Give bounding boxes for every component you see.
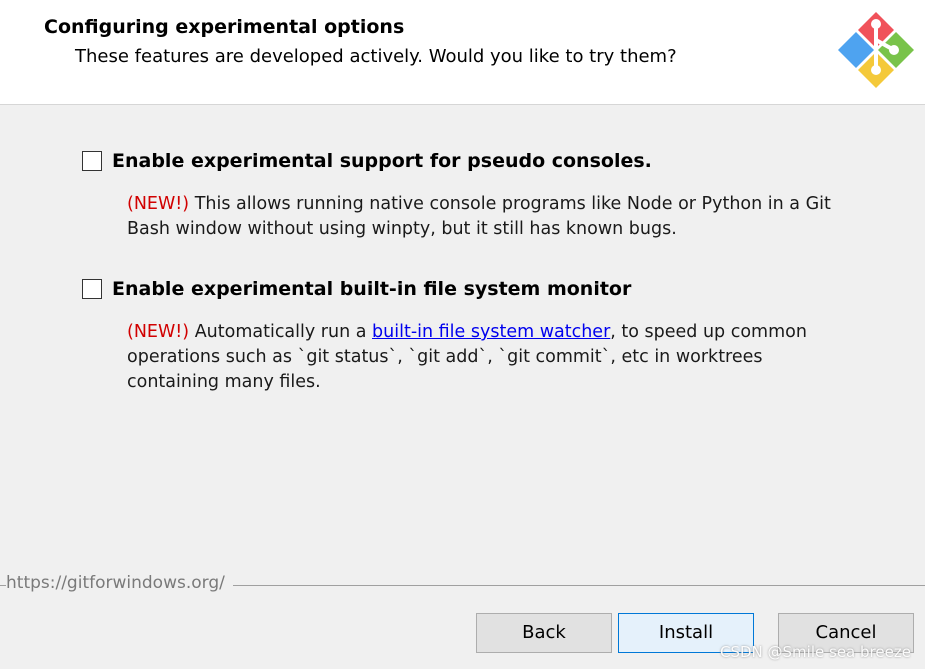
wizard-header: Configuring experimental options These f… bbox=[0, 0, 925, 105]
footer-url-label: https://gitforwindows.org/ bbox=[6, 573, 233, 593]
new-tag: (NEW!) bbox=[127, 322, 190, 342]
option-row[interactable]: Enable experimental built-in file system… bbox=[82, 278, 631, 300]
fs-monitor-label[interactable]: Enable experimental built-in file system… bbox=[112, 278, 631, 300]
new-tag: (NEW!) bbox=[127, 194, 190, 214]
fs-monitor-description: (NEW!) Automatically run a built-in file… bbox=[127, 320, 837, 395]
git-logo-icon bbox=[838, 12, 914, 88]
pseudo-consoles-label[interactable]: Enable experimental support for pseudo c… bbox=[112, 150, 652, 172]
back-button[interactable]: Back bbox=[476, 613, 612, 653]
page-subtitle: These features are developed actively. W… bbox=[75, 46, 677, 67]
option-pseudo-consoles: Enable experimental support for pseudo c… bbox=[82, 150, 831, 239]
description-text: Automatically run a bbox=[189, 322, 373, 342]
description-text: This allows running native console progr… bbox=[127, 194, 831, 239]
page-title: Configuring experimental options bbox=[44, 16, 405, 38]
pseudo-consoles-checkbox[interactable] bbox=[82, 151, 102, 171]
pseudo-consoles-description: (NEW!) This allows running native consol… bbox=[127, 192, 837, 242]
option-fs-monitor: Enable experimental built-in file system… bbox=[82, 278, 807, 392]
git-logo-node bbox=[889, 45, 899, 55]
cancel-button[interactable]: Cancel bbox=[778, 613, 914, 653]
fs-watcher-link[interactable]: built-in file system watcher bbox=[372, 322, 610, 342]
git-logo-node bbox=[871, 19, 881, 29]
install-button[interactable]: Install bbox=[618, 613, 754, 653]
git-logo-node bbox=[871, 65, 881, 75]
fs-monitor-checkbox[interactable] bbox=[82, 279, 102, 299]
option-row[interactable]: Enable experimental support for pseudo c… bbox=[82, 150, 652, 172]
